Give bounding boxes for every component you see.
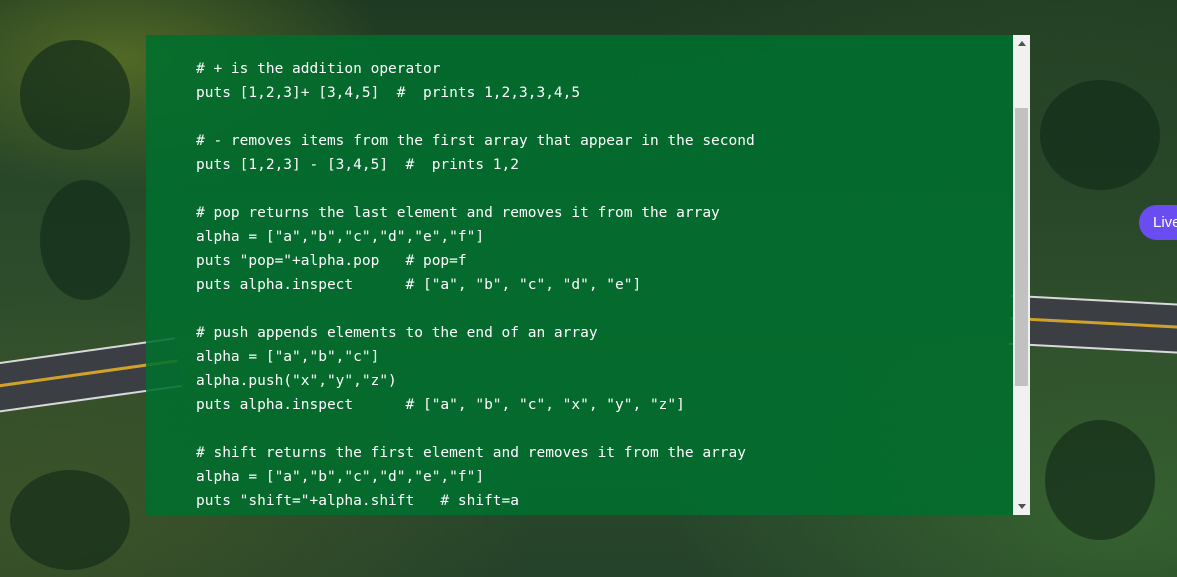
scroll-down-button[interactable] — [1013, 498, 1030, 515]
background-tree — [1040, 80, 1160, 190]
vertical-scrollbar[interactable] — [1013, 35, 1030, 515]
code-line: alpha.push("x","y","z") — [196, 373, 397, 389]
code-block: # + is the addition operator puts [1,2,3]… — [196, 57, 755, 513]
scrollbar-thumb[interactable] — [1015, 108, 1028, 386]
code-line: # shift returns the first element and re… — [196, 445, 746, 461]
code-line: alpha = ["a","b","c"] — [196, 349, 380, 365]
background-tree — [10, 470, 130, 570]
code-panel: # + is the addition operator puts [1,2,3]… — [146, 35, 1014, 515]
arrow-down-icon — [1017, 504, 1026, 509]
code-line: # - removes items from the first array t… — [196, 133, 755, 149]
code-line: puts alpha.inspect # ["a", "b", "c", "x"… — [196, 397, 685, 413]
code-line: puts "pop="+alpha.pop # pop=f — [196, 253, 467, 269]
code-line: alpha = ["a","b","c","d","e","f"] — [196, 229, 485, 245]
background-tree — [20, 40, 130, 150]
code-line: # pop returns the last element and remov… — [196, 205, 720, 221]
arrow-up-icon — [1017, 41, 1026, 46]
scroll-up-button[interactable] — [1013, 35, 1030, 52]
code-line: # + is the addition operator — [196, 61, 441, 77]
code-line: alpha = ["a","b","c","d","e","f"] — [196, 469, 485, 485]
background-tree — [1045, 420, 1155, 540]
code-line: puts [1,2,3] - [3,4,5] # prints 1,2 — [196, 157, 520, 173]
background-tree — [40, 180, 130, 300]
code-line: # push appends elements to the end of an… — [196, 325, 598, 341]
code-line: puts "shift="+alpha.shift # shift=a — [196, 493, 520, 509]
code-line: puts [1,2,3]+ [3,4,5] # prints 1,2,3,3,4… — [196, 85, 581, 101]
code-line: puts alpha.inspect # ["a", "b", "c", "d"… — [196, 277, 642, 293]
background-road — [1008, 294, 1177, 356]
live-chat-button[interactable]: Live — [1139, 205, 1177, 240]
